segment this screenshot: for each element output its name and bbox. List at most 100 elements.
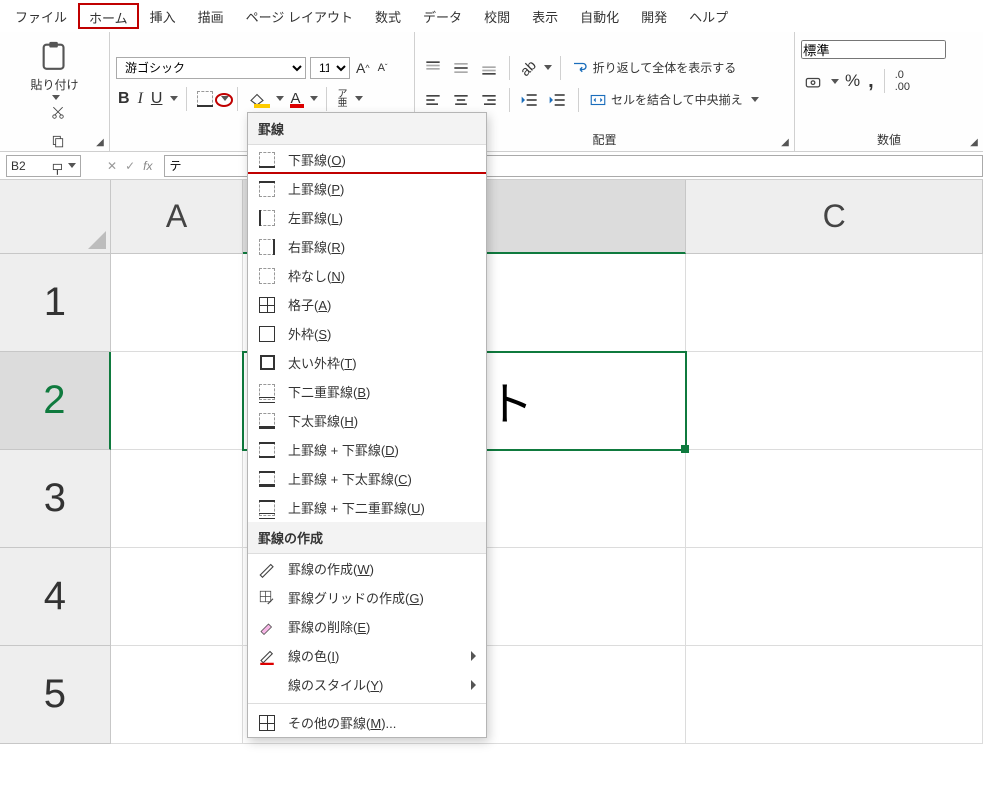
font-name-select[interactable]: 游ゴシック [116,57,306,79]
insert-function-button[interactable]: fx [141,157,154,175]
border-item-icon [258,470,276,488]
row-header-4[interactable]: 4 [0,548,111,646]
border-item-icon [258,354,276,372]
menu-item-draw[interactable]: 罫線の作成(W) [248,554,486,583]
decrease-indent-button[interactable] [518,88,542,112]
currency-button[interactable] [801,69,825,93]
dialog-launcher-clipboard[interactable]: ◢ [93,135,107,149]
border-item-icon [258,296,276,314]
tab-描画[interactable]: 描画 [187,2,235,31]
menu-item-thickout[interactable]: 太い外枠(T) [248,348,486,377]
enter-formula-button[interactable]: ✓ [123,157,137,175]
tab-データ[interactable]: データ [412,2,473,31]
tab-表示[interactable]: 表示 [521,2,569,31]
chevron-down-icon[interactable] [170,96,178,101]
row-header-5[interactable]: 5 [0,646,111,744]
menu-item-out[interactable]: 外枠(S) [248,319,486,348]
menu-item-color[interactable]: 線の色(I) [248,641,486,670]
cell-A5[interactable] [111,646,244,744]
row-header-1[interactable]: 1 [0,254,111,352]
increase-decimal-button[interactable]: .0.00 [893,67,912,95]
menu-item-thickbottom[interactable]: 下太罫線(H) [248,406,486,435]
percent-button[interactable]: % [843,69,862,93]
formula-bar: B2 ✕ ✓ fx [0,152,983,180]
increase-indent-button[interactable] [546,88,570,112]
col-header-C[interactable]: C [686,180,983,254]
menu-item-erase[interactable]: 罫線の削除(E) [248,612,486,641]
cell-C1[interactable] [686,254,983,352]
menu-item-drawgrid[interactable]: 罫線グリッドの作成(G) [248,583,486,612]
borders-button[interactable] [195,89,215,109]
cell-A1[interactable] [111,254,244,352]
spreadsheet-grid: A B C 1 2 テスト 3 4 5 [0,180,983,806]
menu-item-topbottom[interactable]: 上罫線 + 下罫線(D) [248,435,486,464]
menu-item-topthickbottom[interactable]: 上罫線 + 下太罫線(C) [248,464,486,493]
orientation-button[interactable]: ab [518,58,538,78]
tab-自動化[interactable]: 自動化 [569,2,630,31]
merge-center-button[interactable]: セルを結合して中央揃え [587,89,745,111]
menu-item-left[interactable]: 左罫線(L) [248,203,486,232]
tab-開発[interactable]: 開発 [630,2,678,31]
align-middle-button[interactable] [449,56,473,80]
align-bottom-button[interactable] [477,56,501,80]
col-header-A[interactable]: A [111,180,244,254]
chevron-down-icon[interactable] [310,96,318,101]
menu-item-right[interactable]: 右罫線(R) [248,232,486,261]
dialog-launcher-number[interactable]: ◢ [967,135,981,149]
cell-A4[interactable] [111,548,244,646]
wrap-text-button[interactable]: 折り返して全体を表示する [569,57,739,79]
tab-ページレイアウト[interactable]: ページ レイアウト [235,2,364,31]
menu-item-none[interactable]: 枠なし(N) [248,261,486,290]
merge-center-label: セルを結合して中央揃え [611,91,743,108]
menu-item-all[interactable]: その他の罫線(M)... [248,708,486,737]
menu-item-label: 線の色(I) [288,646,339,665]
align-left-button[interactable] [421,88,445,112]
align-center-button[interactable] [449,88,473,112]
paste-button[interactable]: 貼り付け [27,36,83,100]
menu-item-bottom[interactable]: 下罫線(O) [248,145,486,174]
number-format-select[interactable] [801,40,946,59]
format-painter-button[interactable] [49,160,67,178]
cell-C3[interactable] [686,450,983,548]
cell-A2[interactable] [111,352,244,450]
italic-button[interactable]: I [136,88,145,110]
menu-item-topdblbottom[interactable]: 上罫線 + 下二重罫線(U) [248,493,486,522]
tab-校閲[interactable]: 校閲 [473,2,521,31]
menu-item-style[interactable]: 線のスタイル(Y) [248,670,486,699]
align-right-button[interactable] [477,88,501,112]
cut-button[interactable] [49,104,67,122]
align-top-button[interactable] [421,56,445,80]
bold-button[interactable]: B [116,88,132,110]
cell-C4[interactable] [686,548,983,646]
copy-button[interactable] [49,132,67,150]
menu-item-top[interactable]: 上罫線(P) [248,174,486,203]
row-header-2[interactable]: 2 [0,352,111,450]
border-item-icon [258,238,276,256]
tab-ヘルプ[interactable]: ヘルプ [678,2,739,31]
tab-挿入[interactable]: 挿入 [139,2,187,31]
select-all-corner[interactable] [0,180,111,254]
wrap-icon [571,59,589,77]
font-size-select[interactable]: 11 [310,57,350,79]
cancel-formula-button[interactable]: ✕ [105,157,119,175]
borders-dropdown-caret[interactable] [221,96,229,101]
tab-ファイル[interactable]: ファイル [4,2,78,31]
menu-item-all[interactable]: 格子(A) [248,290,486,319]
phonetic-button[interactable]: ア亜 [335,88,349,110]
tab-ホーム[interactable]: ホーム [78,3,139,29]
underline-button[interactable]: U [149,88,165,110]
border-item-icon [258,267,276,285]
comma-button[interactable]: , [866,68,876,95]
tab-数式[interactable]: 数式 [364,2,412,31]
menu-item-dblbottom[interactable]: 下二重罫線(B) [248,377,486,406]
menu-item-label: 罫線の作成(W) [288,559,374,578]
cell-A3[interactable] [111,450,244,548]
increase-font-button[interactable]: A^ [354,58,372,78]
decrease-font-button[interactable]: Aˇ [376,60,390,76]
cell-C5[interactable] [686,646,983,744]
cell-C2[interactable] [686,352,983,450]
dialog-launcher-alignment[interactable]: ◢ [778,135,792,149]
chevron-down-icon[interactable] [355,96,363,101]
chevron-down-icon[interactable] [276,96,284,101]
row-header-3[interactable]: 3 [0,450,111,548]
